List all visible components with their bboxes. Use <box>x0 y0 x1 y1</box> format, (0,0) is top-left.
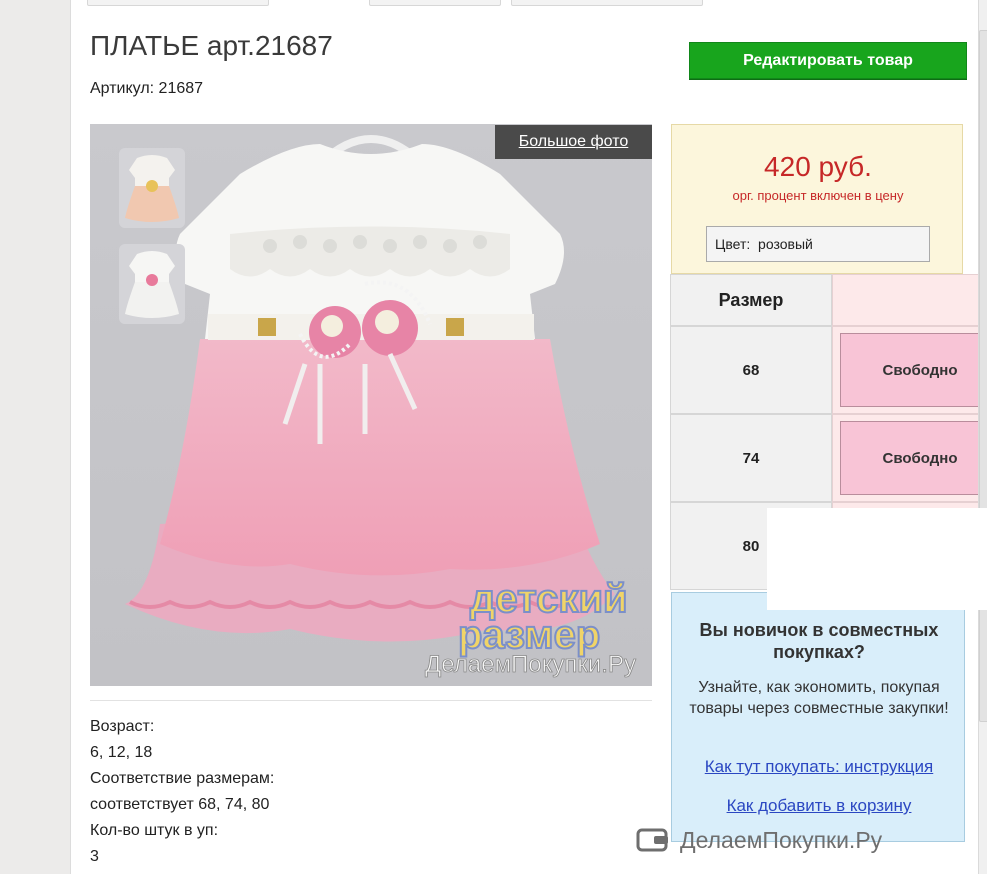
color-label: Цвет: <box>715 236 751 252</box>
price-note: орг. процент включен в цену <box>732 188 904 203</box>
attr-label-size-match: Соответствие размерам: <box>90 770 275 787</box>
thumbnail-1[interactable] <box>119 148 185 228</box>
size-cell: 68 <box>670 326 832 414</box>
divider <box>90 700 652 701</box>
wallet-icon <box>636 828 668 852</box>
how-to-buy-link[interactable]: Как тут покупать: инструкция <box>672 757 966 777</box>
attr-label-age: Возраст: <box>90 718 155 735</box>
attr-value-size-match: соответствует 68, 74, 80 <box>90 796 270 813</box>
availability-header <box>832 274 987 326</box>
thumbnail-image <box>125 155 179 222</box>
top-tab[interactable] <box>87 0 269 6</box>
attr-label-pack-qty: Кол-во штук в уп: <box>90 822 219 839</box>
top-tab[interactable] <box>511 0 703 6</box>
sku-line: Артикул: 21687 <box>90 80 203 98</box>
scrollbar-thumb[interactable] <box>979 30 987 722</box>
newbie-info-box: Вы новичок в совместных покупках? Узнайт… <box>671 592 965 842</box>
newbie-text: Узнайте, как экономить, покупая товары ч… <box>689 679 949 717</box>
footer-watermark: ДелаемПокупки.Ру <box>636 826 882 854</box>
color-value: розовый <box>758 236 813 252</box>
size-cell: 74 <box>670 414 832 502</box>
edit-product-button[interactable]: Редактировать товар <box>689 42 967 79</box>
big-photo-button[interactable]: Большое фото <box>495 125 652 159</box>
newbie-title: Вы новичок в совместных покупках? <box>699 620 939 662</box>
size-header: Размер <box>670 274 832 326</box>
available-button[interactable]: Свободно <box>840 333 987 407</box>
available-button[interactable]: Свободно <box>840 421 987 495</box>
add-to-cart-help-link[interactable]: Как добавить в корзину <box>672 796 966 816</box>
watermark-text: ДелаемПокупки.Ру <box>680 826 883 853</box>
sku-value: 21687 <box>158 80 204 97</box>
product-attributes: Возраст: 6, 12, 18 Соответствие размерам… <box>90 714 274 870</box>
attr-value-pack-qty: 3 <box>90 848 99 865</box>
price-box: 420 руб. орг. процент включен в цену Цве… <box>671 124 963 274</box>
page-title: ПЛАТЬЕ арт.21687 <box>90 30 333 61</box>
blank-area <box>767 508 987 610</box>
availability-cell: Свободно <box>832 326 987 414</box>
price: 420 руб. <box>764 151 872 182</box>
color-select[interactable]: Цвет: розовый <box>706 226 930 262</box>
top-tabs <box>71 0 987 6</box>
sku-label: Артикул: <box>90 80 155 97</box>
thumbnail-image <box>125 251 179 318</box>
top-tab[interactable] <box>369 0 501 6</box>
availability-cell: Свободно <box>832 414 987 502</box>
thumbnail-2[interactable] <box>119 244 185 324</box>
attr-value-age: 6, 12, 18 <box>90 744 153 761</box>
product-page: ПЛАТЬЕ арт.21687 Артикул: 21687 Редактиро… <box>70 0 987 874</box>
watermark-site: ДелаемПокупки.Ру <box>425 651 636 678</box>
